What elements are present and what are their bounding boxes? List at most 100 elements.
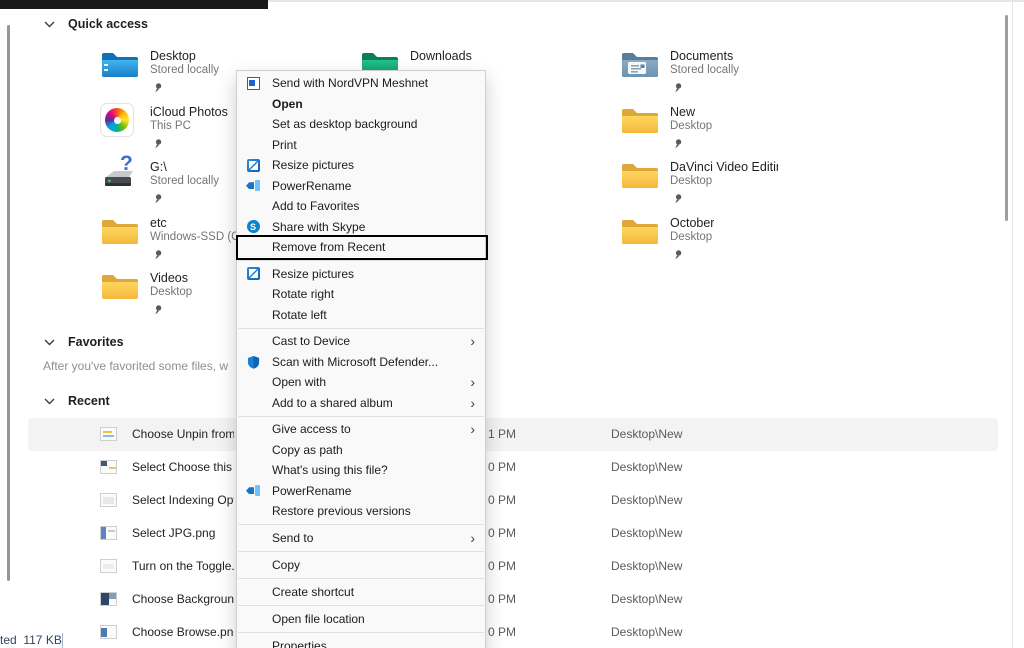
item-location: Desktop <box>670 175 712 187</box>
menu-item-label: Print <box>272 138 297 152</box>
recent-file-row[interactable]: Select JPG.png 0 PM Desktop\New <box>28 517 998 550</box>
recent-file-row[interactable]: Select Choose this Fold 0 PM Desktop\New <box>28 451 998 484</box>
item-name: Downloads <box>410 49 472 63</box>
file-path: Desktop\New <box>611 493 682 507</box>
folder-yellow-icon <box>100 269 140 305</box>
file-thumbnail <box>100 592 117 606</box>
menu-item-powerrename[interactable]: PowerRename <box>237 176 485 197</box>
section-title: Recent <box>68 394 110 408</box>
menu-item-label: Scan with Microsoft Defender... <box>272 355 438 369</box>
menu-item-label: Create shortcut <box>272 585 354 599</box>
menu-item-label: Share with Skype <box>272 220 365 234</box>
menu-item-properties[interactable]: Properties <box>237 636 485 648</box>
menu-item-resize-pictures-2[interactable]: Resize pictures <box>237 264 485 285</box>
menu-item-label: PowerRename <box>272 179 351 193</box>
item-location: Desktop <box>150 286 192 298</box>
left-scrollbar[interactable] <box>7 25 10 581</box>
menu-item-share-with-skype[interactable]: S Share with Skype <box>237 217 485 238</box>
menu-item-send-to[interactable]: Send to › <box>237 528 485 549</box>
section-recent[interactable]: Recent <box>43 394 110 408</box>
recent-file-row[interactable]: Choose Browse.png 0 PM Desktop\New <box>28 616 998 648</box>
folder-documents-icon <box>620 47 660 83</box>
item-name: DaVinci Video Editing <box>670 160 778 174</box>
menu-separator <box>238 578 484 579</box>
menu-item-label: Rotate left <box>272 308 327 322</box>
menu-item-label: Add to Favorites <box>272 199 359 213</box>
menu-item-set-as-desktop-background[interactable]: Set as desktop background <box>237 114 485 135</box>
item-location: Stored locally <box>670 64 739 76</box>
menu-item-label: Open file location <box>272 612 365 626</box>
item-location: This PC <box>150 120 191 132</box>
menu-item-label: Send to <box>272 531 313 545</box>
section-favorites[interactable]: Favorites <box>43 335 124 349</box>
menu-item-restore-previous-versions[interactable]: Restore previous versions <box>237 501 485 522</box>
item-name: Desktop <box>150 49 196 63</box>
file-thumbnail <box>100 625 117 639</box>
menu-item-send-with-nordvpn-meshnet[interactable]: Send with NordVPN Meshnet <box>237 73 485 94</box>
pin-icon <box>152 247 163 265</box>
menu-item-create-shortcut[interactable]: Create shortcut <box>237 582 485 603</box>
submenu-arrow-icon: › <box>470 375 475 389</box>
chevron-down-icon[interactable] <box>43 395 55 407</box>
file-name: Select Indexing Option <box>132 493 234 507</box>
recent-file-row[interactable]: Turn on the Toggle.png 0 PM Desktop\New <box>28 550 998 583</box>
menu-item-give-access-to[interactable]: Give access to › <box>237 419 485 440</box>
status-bar-separator <box>62 633 63 648</box>
menu-item-scan-with-microsoft-defender[interactable]: Scan with Microsoft Defender... <box>237 352 485 373</box>
item-name: G:\ <box>150 160 167 174</box>
recent-file-row[interactable]: Choose Background.pn 0 PM Desktop\New <box>28 583 998 616</box>
menu-item-label: Resize pictures <box>272 158 354 172</box>
chevron-down-icon[interactable] <box>43 336 55 348</box>
file-time: 0 PM <box>488 625 516 639</box>
menu-item-open-file-location[interactable]: Open file location <box>237 609 485 630</box>
menu-item-remove-from-recent[interactable]: Remove from Recent <box>237 237 485 258</box>
menu-item-add-to-a-shared-album[interactable]: Add to a shared album › <box>237 393 485 414</box>
submenu-arrow-icon: › <box>470 422 475 436</box>
quick-access-item-new[interactable]: New Desktop <box>620 103 780 155</box>
menu-item-resize-pictures[interactable]: Resize pictures <box>237 155 485 176</box>
file-time: 0 PM <box>488 493 516 507</box>
menu-item-rotate-right[interactable]: Rotate right <box>237 284 485 305</box>
menu-item-copy[interactable]: Copy <box>237 555 485 576</box>
pin-icon <box>152 191 163 209</box>
menu-item-add-to-favorites[interactable]: Add to Favorites <box>237 196 485 217</box>
drive-icon: ? <box>100 158 140 194</box>
titlebar-fragment <box>0 0 268 9</box>
submenu-arrow-icon: › <box>470 531 475 545</box>
pin-icon <box>672 80 683 98</box>
file-name: Select Choose this Fold <box>132 460 234 474</box>
skype-icon: S <box>245 219 261 235</box>
pin-icon <box>672 136 683 154</box>
section-quick-access[interactable]: Quick access <box>43 17 148 31</box>
menu-item-open[interactable]: Open <box>237 94 485 115</box>
item-name: Videos <box>150 271 188 285</box>
item-location: Stored locally <box>150 175 219 187</box>
folder-blue-icon <box>100 47 140 83</box>
menu-item-print[interactable]: Print <box>237 135 485 156</box>
status-bar-text: ted 117 KB <box>0 633 62 647</box>
quick-access-item-davinci[interactable]: DaVinci Video Editing Desktop <box>620 158 780 210</box>
quick-access-item-october[interactable]: October Desktop <box>620 214 780 266</box>
item-location: Desktop <box>670 120 712 132</box>
folder-yellow-icon <box>620 158 660 194</box>
menu-item-label: Cast to Device <box>272 334 350 348</box>
file-path: Desktop\New <box>611 625 682 639</box>
menu-item-copy-as-path[interactable]: Copy as path <box>237 440 485 461</box>
item-location: Windows-SSD (C:) <box>150 231 236 243</box>
file-time: 0 PM <box>488 559 516 573</box>
menu-item-cast-to-device[interactable]: Cast to Device › <box>237 331 485 352</box>
menu-item-powerrename-2[interactable]: PowerRename <box>237 481 485 502</box>
recent-file-row[interactable]: Select Indexing Option 0 PM Desktop\New <box>28 484 998 517</box>
file-name: Turn on the Toggle.png <box>132 559 234 573</box>
file-name: Choose Background.pn <box>132 592 234 606</box>
menu-item-label: Give access to <box>272 422 351 436</box>
menu-separator <box>238 524 484 525</box>
menu-item-rotate-left[interactable]: Rotate left <box>237 305 485 326</box>
file-path: Desktop\New <box>611 526 682 540</box>
right-scrollbar[interactable] <box>1005 15 1008 221</box>
recent-file-row[interactable]: Choose Unpin from Qu 1 PM Desktop\New <box>28 418 998 451</box>
menu-item-open-with[interactable]: Open with › <box>237 372 485 393</box>
menu-item-whats-using-this-file[interactable]: What's using this file? <box>237 460 485 481</box>
chevron-down-icon[interactable] <box>43 18 55 30</box>
quick-access-item-documents[interactable]: Documents Stored locally <box>620 47 780 99</box>
